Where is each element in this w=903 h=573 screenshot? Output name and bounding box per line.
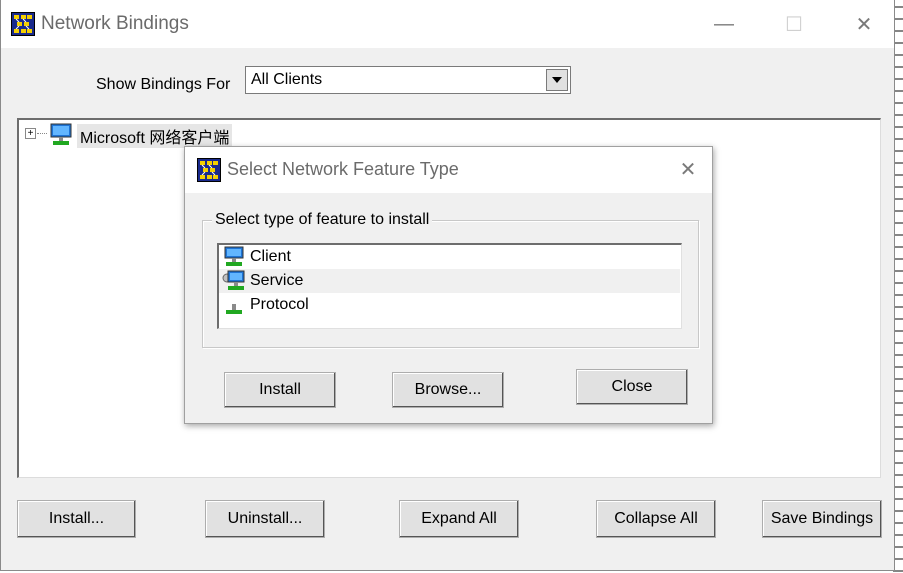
network-bindings-window: Network Bindings — ☐ ✕ Show Bindings For… (0, 0, 895, 571)
feature-type-group-label: Select type of feature to install (212, 211, 433, 229)
network-app-icon (11, 12, 35, 36)
dialog-title: Select Network Feature Type (227, 159, 459, 179)
tree-item-microsoft-client[interactable]: Microsoft 网络客户端 (77, 124, 233, 148)
tree-expand-icon[interactable]: + (25, 128, 36, 139)
show-bindings-label: Show Bindings For (96, 76, 231, 93)
list-item-protocol[interactable]: Protocol (219, 293, 680, 317)
maximize-button[interactable]: ☐ (774, 8, 814, 40)
close-button[interactable]: ✕ (844, 8, 884, 40)
select-feature-dialog: Select Network Feature Type ✕ Select typ… (184, 146, 713, 424)
protocol-icon (222, 294, 246, 320)
minimize-button[interactable]: — (704, 8, 744, 40)
list-item-service[interactable]: Service (219, 269, 680, 293)
window-title: Network Bindings (41, 13, 189, 34)
show-bindings-dropdown[interactable]: All Clients (245, 66, 571, 94)
install-button[interactable]: Install... (17, 500, 136, 538)
tree-connector (37, 133, 47, 134)
dialog-close-icon[interactable]: ✕ (668, 154, 708, 184)
list-label-protocol: Protocol (250, 296, 309, 313)
list-item-client[interactable]: Client (219, 245, 680, 269)
show-bindings-value: All Clients (251, 71, 323, 88)
dialog-browse-button[interactable]: Browse... (392, 372, 504, 408)
title-bar[interactable]: Network Bindings — ☐ ✕ (1, 0, 894, 48)
network-app-icon (197, 158, 221, 182)
network-client-icon (49, 122, 73, 150)
list-label-service: Service (250, 272, 304, 289)
feature-type-list[interactable]: Client Service Protocol (217, 243, 682, 329)
expand-all-button[interactable]: Expand All (399, 500, 519, 538)
list-label-client: Client (250, 248, 291, 265)
collapse-all-button[interactable]: Collapse All (596, 500, 716, 538)
dialog-close-button[interactable]: Close (576, 369, 688, 405)
dialog-title-bar[interactable]: Select Network Feature Type ✕ (185, 147, 712, 193)
save-bindings-button[interactable]: Save Bindings (762, 500, 882, 538)
dropdown-arrow-icon[interactable] (546, 69, 568, 91)
dialog-install-button[interactable]: Install (224, 372, 336, 408)
uninstall-button[interactable]: Uninstall... (205, 500, 325, 538)
